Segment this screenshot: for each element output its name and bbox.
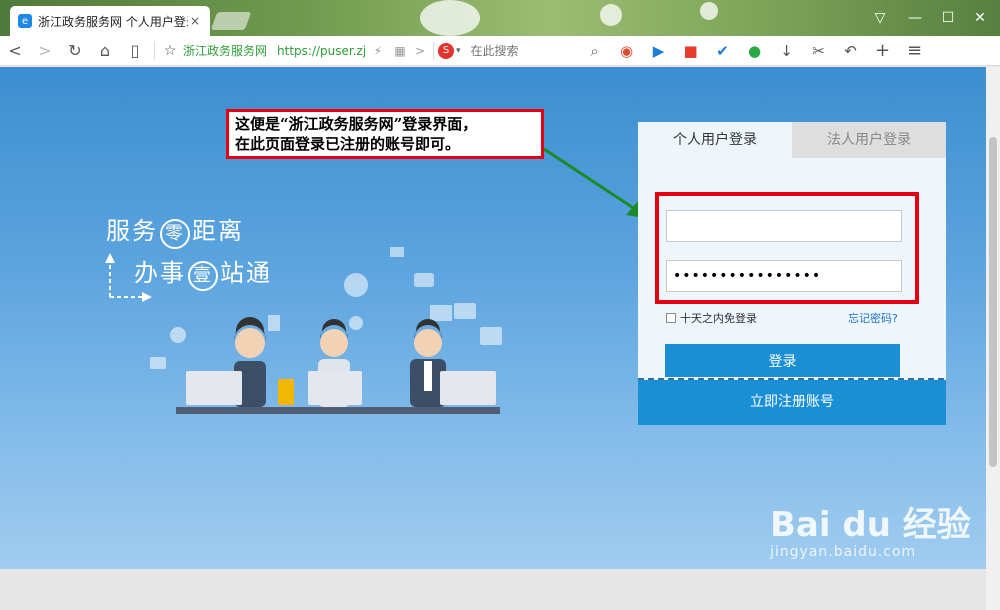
reader-icon[interactable]: ▯ <box>120 36 150 66</box>
separator <box>154 41 155 60</box>
forgot-password-link[interactable]: 忘记密码? <box>848 310 898 326</box>
annotation-line-2: 在此页面登录已注册的账号即可。 <box>235 135 461 153</box>
search-icon[interactable]: ⌕ <box>579 36 611 66</box>
back-icon[interactable]: < <box>0 36 30 66</box>
search-input[interactable] <box>468 42 579 59</box>
browser-navbar: < > ↻ ⌂ ▯ ☆ 浙江政务服务网 ⚡ ▦ > S ▾ ⌕ ◉ ▶ ■ ✔ … <box>0 36 1000 66</box>
menu-icon[interactable]: ≡ <box>899 36 931 66</box>
tab-title: 浙江政务服务网 个人用户登录 <box>38 14 188 29</box>
skin-icon[interactable]: ▽ <box>870 8 890 28</box>
maximize-icon[interactable]: ☐ <box>938 8 958 28</box>
remember-me[interactable]: 十天之内免登录 <box>666 310 757 326</box>
remember-checkbox[interactable] <box>666 313 676 323</box>
login-tabs: 个人用户登录 法人用户登录 <box>638 122 946 158</box>
lightning-icon[interactable]: ⚡ <box>367 36 389 66</box>
watermark-url: jingyan.baidu.com <box>770 544 917 560</box>
task-icon[interactable]: ✔ <box>707 36 739 66</box>
close-window-icon[interactable]: ✕ <box>970 8 990 28</box>
site-favicon-icon: e <box>18 14 32 28</box>
search-engine-dropdown-icon[interactable]: ▾ <box>456 46 461 56</box>
globe-icon <box>344 273 368 297</box>
tab-close-icon[interactable]: × <box>188 14 202 28</box>
window-titlebar: e 浙江政务服务网 个人用户登录 × ▽ — ☐ ✕ <box>0 0 1000 36</box>
more-icon[interactable]: > <box>411 36 429 66</box>
forward-icon[interactable]: > <box>30 36 60 66</box>
login-button[interactable]: 登录 <box>665 344 900 377</box>
separator <box>433 41 435 60</box>
baidu-jingyan-watermark: Bai du 经验 jingyan.baidu.com <box>770 497 971 560</box>
video-icon[interactable]: ▶ <box>643 36 675 66</box>
undo-icon[interactable]: ↶ <box>835 36 867 66</box>
search-engine-logo-icon[interactable]: S <box>438 42 455 59</box>
annotation-callout: 这便是“浙江政务服务网”登录界面， 在此页面登录已注册的账号即可。 <box>226 109 544 159</box>
page-content: 服务零距离 办事壹站通 这便是“浙江政务服务网”登录界面， 在此页面登录已注册的… <box>0 67 986 610</box>
chat-icon[interactable]: ● <box>739 36 771 66</box>
remember-label: 十天之内免登录 <box>680 312 757 325</box>
register-account-button[interactable]: 立即注册账号 <box>638 380 946 425</box>
live-icon[interactable]: ■ <box>675 36 707 66</box>
home-icon[interactable]: ⌂ <box>90 36 120 66</box>
address-bar-input[interactable] <box>275 42 368 59</box>
add-icon[interactable]: + <box>867 36 899 66</box>
game-icon[interactable]: ◉ <box>611 36 643 66</box>
browser-tab-active[interactable]: e 浙江政务服务网 个人用户登录 × <box>10 6 210 36</box>
qr-code-icon[interactable]: ▦ <box>389 36 411 66</box>
tab-personal-login[interactable]: 个人用户登录 <box>638 122 792 158</box>
login-panel: 个人用户登录 法人用户登录 十天之内免登录 忘记密码? 登录 立即注册账号 <box>638 122 946 425</box>
page-footer <box>0 569 986 610</box>
new-tab-button[interactable] <box>210 12 252 30</box>
gear-icon <box>170 327 186 343</box>
annotation-line-1: 这便是“浙江政务服务网”登录界面， <box>235 115 478 133</box>
customer-service-illustration <box>150 247 502 414</box>
tab-corporate-login[interactable]: 法人用户登录 <box>792 122 946 158</box>
reload-icon[interactable]: ↻ <box>60 36 90 66</box>
minimize-icon[interactable]: — <box>905 8 925 28</box>
vertical-scrollbar[interactable] <box>986 67 1000 610</box>
login-form: 十天之内免登录 忘记密码? 登录 <box>638 158 946 380</box>
site-name: 浙江政务服务网 <box>183 44 268 58</box>
highlight-box <box>655 192 919 304</box>
scrollbar-thumb[interactable] <box>989 137 997 467</box>
favorite-star-icon[interactable]: ☆ <box>159 36 181 66</box>
download-icon[interactable]: ↓ <box>771 36 803 66</box>
cut-icon[interactable]: ✂ <box>803 36 835 66</box>
watermark-logo: Bai du 经验 <box>770 505 971 545</box>
